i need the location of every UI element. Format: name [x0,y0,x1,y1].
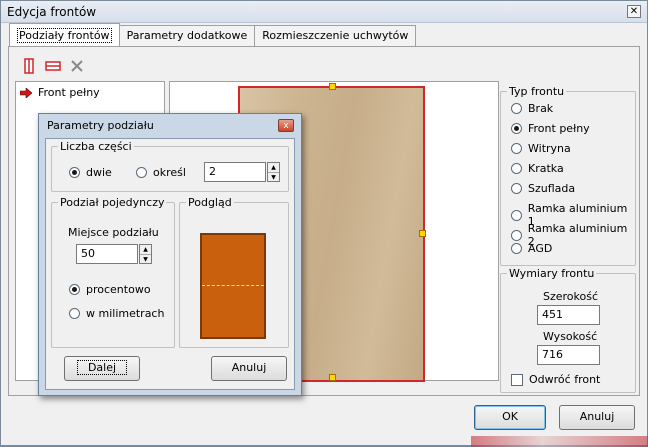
main-window: Edycja frontów ✕ Podziały frontów Parame… [0,0,648,447]
position-spinner[interactable]: ▲ ▼ [139,244,152,264]
radio-agd[interactable]: AGD [511,242,552,255]
preview-legend: Podgląd [186,196,234,209]
width-label: Szerokość [543,290,599,303]
radio-indicator [511,143,522,154]
radio-indicator [136,167,147,178]
toolbar [18,56,90,76]
radio-procentowo[interactable]: procentowo [69,283,151,296]
cancel-button[interactable]: Anuluj [559,405,635,430]
parts-count-legend: Liczba części [58,140,134,153]
horizontal-split-button[interactable] [42,56,64,76]
parts-count-spinner[interactable]: ▲ ▼ [267,162,280,182]
preview-group: Podgląd [179,196,289,348]
radio-w-milimetrach[interactable]: w milimetrach [69,307,164,320]
window-title: Edycja frontów [7,5,97,19]
radio-indicator [69,308,80,319]
radio-dwie[interactable]: dwie [69,166,112,179]
split-line [202,285,264,286]
radio-indicator [511,183,522,194]
dialog-body: Liczba części dwie określ 2 ▲ ▼ Podział … [45,138,295,390]
dimensions-legend: Wymiary frontu [507,267,597,280]
background-strip [471,436,648,447]
close-button[interactable]: ✕ [627,5,641,18]
horizontal-split-icon [45,61,61,71]
dialog-cancel-button[interactable]: Anuluj [211,356,287,381]
delete-button[interactable] [66,56,88,76]
red-arrow-icon [20,87,32,98]
radio-indicator [69,284,80,295]
spin-up-icon[interactable]: ▲ [140,245,151,254]
resize-handle-right[interactable] [419,230,426,237]
front-type-group: Typ frontu Brak Front pełny Witryna Krat… [500,85,636,266]
resize-handle-bottom[interactable] [329,374,336,381]
radio-indicator [511,103,522,114]
vertical-split-icon [24,58,34,74]
parts-count-field[interactable]: 2 [204,162,266,182]
tree-item-label: Front pełny [38,86,100,99]
radio-indicator [511,163,522,174]
tab-rozmieszczenie-uchwytow[interactable]: Rozmieszczenie uchwytów [254,25,417,46]
spin-down-icon[interactable]: ▼ [140,254,151,263]
position-label: Miejsce podziału [68,226,159,239]
radio-okresl[interactable]: określ [136,166,186,179]
next-button[interactable]: Dalej [64,356,140,381]
split-preview-panel [200,233,266,339]
radio-kratka[interactable]: Kratka [511,162,564,175]
tab-podzialy-frontow[interactable]: Podziały frontów [9,23,120,46]
single-split-group: Podział pojedynczy Miejsce podziału 50 ▲… [51,196,175,348]
radio-witryna[interactable]: Witryna [511,142,571,155]
spin-down-icon[interactable]: ▼ [268,172,279,181]
vertical-split-button[interactable] [18,56,40,76]
front-type-legend: Typ frontu [507,85,567,98]
single-split-legend: Podział pojedynczy [58,196,167,209]
checkbox-indicator [511,373,523,386]
split-parameters-dialog: Parametry podziału x Liczba części dwie … [38,113,302,396]
position-field[interactable]: 50 [76,244,138,264]
parts-count-group: Liczba części dwie określ 2 ▲ ▼ [51,140,289,192]
tab-strip: Podziały frontów Parametry dodatkowe Roz… [9,23,417,47]
radio-brak[interactable]: Brak [511,102,553,115]
ok-button[interactable]: OK [474,405,546,430]
dialog-close-button[interactable]: x [278,119,294,132]
spin-up-icon[interactable]: ▲ [268,163,279,172]
radio-szuflada[interactable]: Szuflada [511,182,575,195]
radio-front-pelny[interactable]: Front pełny [511,122,590,135]
flip-front-checkbox[interactable]: Odwróć front [511,373,600,386]
radio-indicator [511,229,522,241]
radio-indicator [69,167,80,178]
delete-icon [71,60,83,72]
radio-indicator [511,123,522,134]
radio-indicator [511,209,522,221]
title-bar: Edycja frontów ✕ [1,1,647,23]
width-field[interactable]: 451 [537,305,600,325]
height-field[interactable]: 716 [537,345,600,365]
radio-indicator [511,243,522,254]
height-label: Wysokość [543,330,598,343]
resize-handle-top[interactable] [329,83,336,90]
dialog-title: Parametry podziału [47,119,154,132]
tab-parametry-dodatkowe[interactable]: Parametry dodatkowe [118,25,256,46]
tree-item-front-pelny[interactable]: Front pełny [20,86,100,99]
dimensions-group: Wymiary frontu Szerokość 451 Wysokość 71… [500,267,636,393]
